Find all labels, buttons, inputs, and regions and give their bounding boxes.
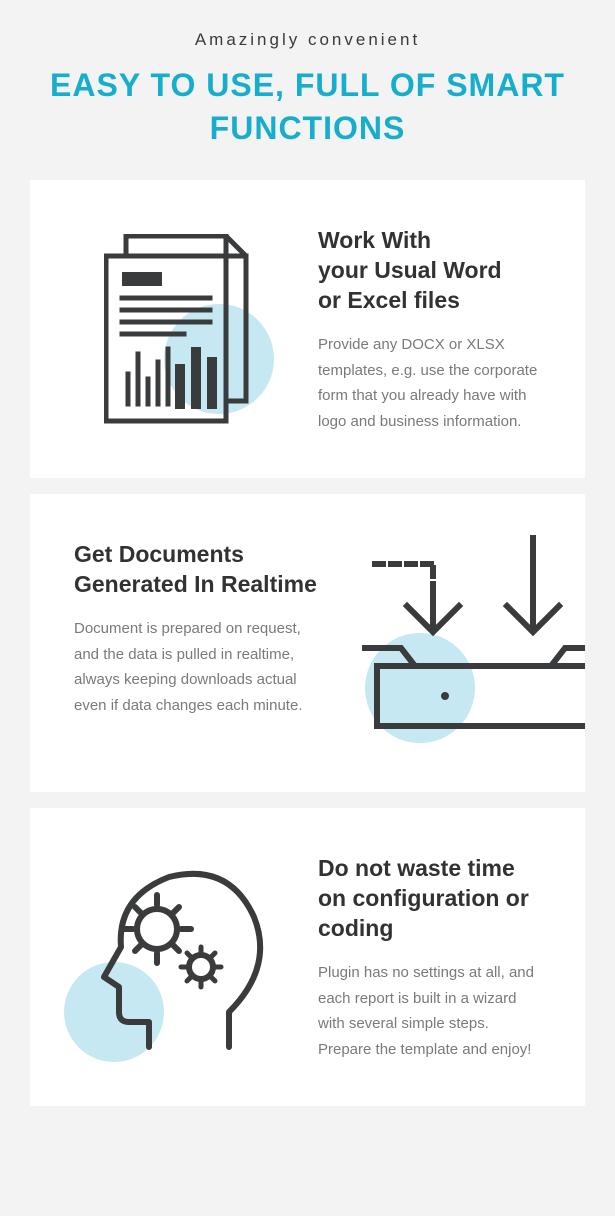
- feature-title: Do not waste time on configuration or co…: [318, 854, 541, 944]
- feature-text: Get Documents Generated In Realtime Docu…: [74, 538, 321, 718]
- feature-body: Plugin has no settings at all, and each …: [318, 960, 541, 1062]
- document-report-icon: [74, 224, 284, 434]
- page-header: Amazingly convenient EASY TO USE, FULL O…: [30, 30, 585, 150]
- head-gears-icon: [74, 852, 284, 1062]
- feature-text: Work With your Usual Word or Excel files…: [318, 224, 541, 434]
- page-title: EASY TO USE, FULL OF SMART FUNCTIONS: [30, 64, 585, 150]
- download-tray-icon: [355, 538, 585, 748]
- feature-body: Document is prepared on request, and the…: [74, 616, 321, 718]
- feature-card-no-config: Do not waste time on configuration or co…: [30, 808, 585, 1106]
- feature-text: Do not waste time on configuration or co…: [318, 852, 541, 1062]
- feature-card-realtime: Get Documents Generated In Realtime Docu…: [30, 494, 585, 792]
- page-subtitle: Amazingly convenient: [30, 30, 585, 50]
- feature-card-word-excel: Work With your Usual Word or Excel files…: [30, 180, 585, 478]
- feature-body: Provide any DOCX or XLSX templates, e.g.…: [318, 332, 541, 434]
- feature-title: Work With your Usual Word or Excel files: [318, 226, 541, 316]
- feature-title: Get Documents Generated In Realtime: [74, 540, 321, 600]
